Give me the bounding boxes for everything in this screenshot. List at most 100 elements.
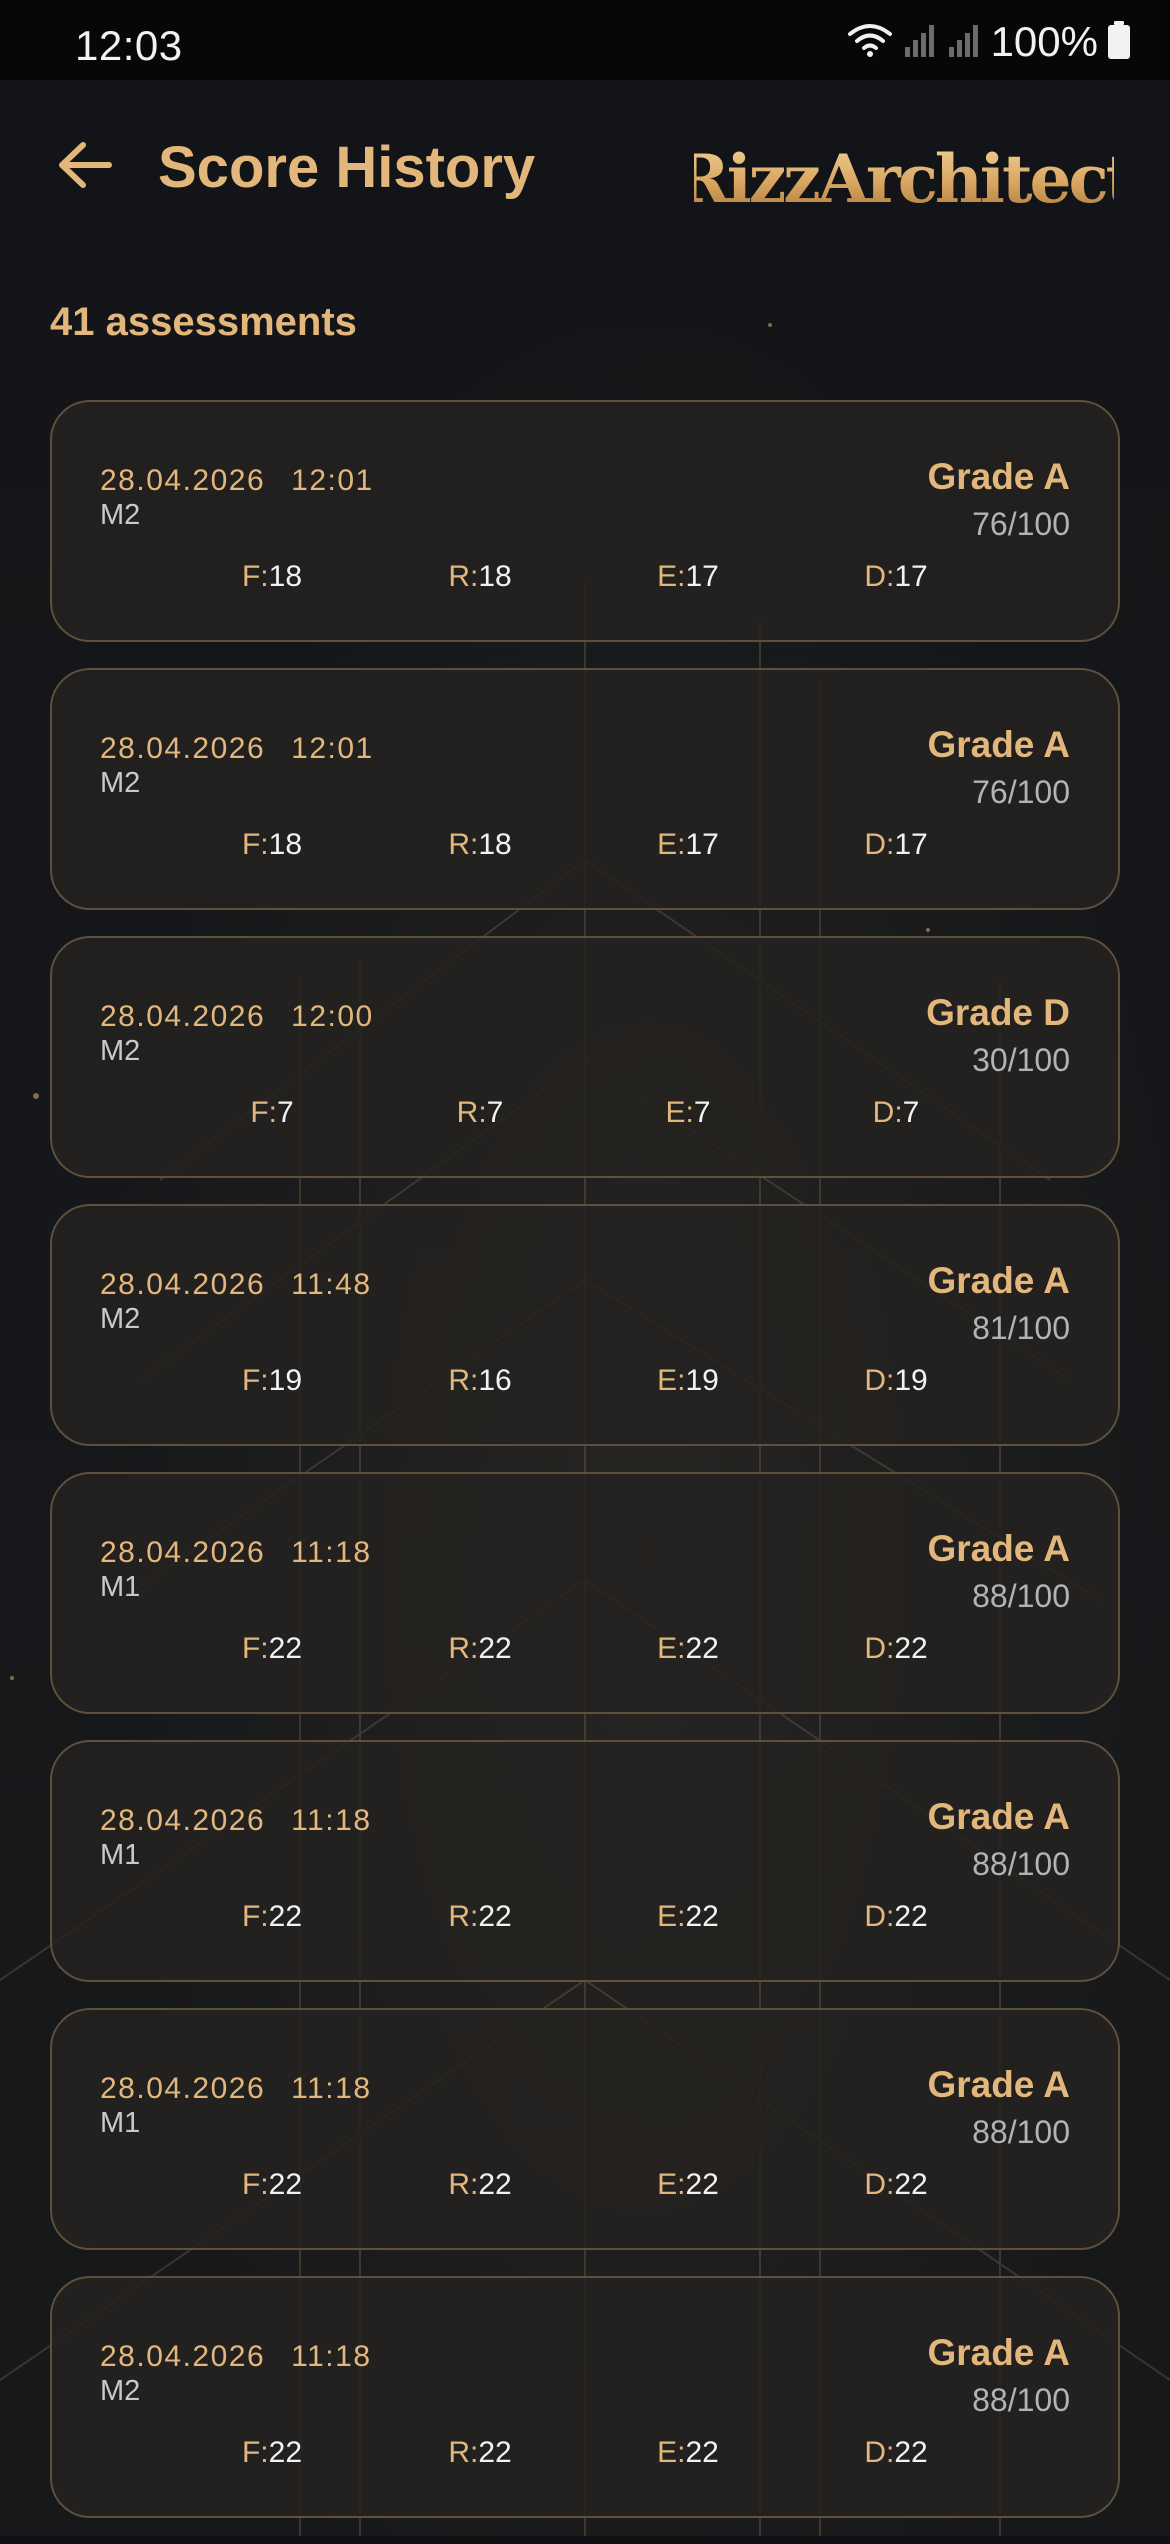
- arrow-left-icon: [59, 142, 112, 188]
- assessment-time: 11:18: [291, 2072, 372, 2105]
- page-title: Score History: [158, 135, 536, 200]
- metric-d-value: 17: [894, 560, 928, 593]
- assessment-card[interactable]: 28.04.2026 12:00 M2 Grade D 30/100 F:7 R:7 E:7 D…: [50, 936, 1120, 1178]
- metric-e: E:7: [665, 1096, 710, 1130]
- assessment-time: 11:48: [291, 1268, 372, 1301]
- metric-f: F:18: [242, 828, 302, 862]
- assessment-model: M2: [100, 1035, 141, 1067]
- metric-r-key: R:: [448, 1364, 479, 1397]
- assessment-time: 11:18: [291, 1804, 372, 1837]
- metric-d-value: 22: [894, 2436, 928, 2469]
- assessment-datetime: 28.04.2026 11:18: [100, 1536, 372, 1570]
- assessment-date: 28.04.2026: [100, 1000, 266, 1033]
- metric-f-key: F:: [241, 560, 269, 593]
- metric-d: D:17: [864, 560, 927, 594]
- metric-f: F:19: [242, 1364, 302, 1398]
- metric-d: D:17: [864, 828, 927, 862]
- assessment-metrics: F:7 R:7 E:7 D:7: [52, 1096, 1122, 1136]
- assessment-datetime: 28.04.2026 11:18: [100, 2340, 372, 2374]
- assessment-time: 12:00: [291, 1000, 374, 1033]
- assessment-list: 28.04.2026 12:01 M2 Grade A 76/100 F:18 R:18 E:…: [50, 400, 1120, 2544]
- assessment-model: M2: [100, 1303, 141, 1335]
- metric-e-value: 22: [685, 1632, 719, 1665]
- metric-d-key: D:: [872, 1096, 903, 1129]
- metric-e: E:17: [657, 560, 719, 594]
- metric-e-key: E:: [657, 2436, 686, 2469]
- metric-d-value: 22: [894, 1900, 928, 1933]
- assessment-card[interactable]: 28.04.2026 12:01 M2 Grade A 76/100 F:18 R:18 E:…: [50, 668, 1120, 910]
- assessment-card[interactable]: 28.04.2026 11:18 M1 Grade A 88/100 F:22 R:22 E:…: [50, 1740, 1120, 1982]
- metric-e: E:22: [657, 1632, 719, 1666]
- metric-e-value: 19: [685, 1364, 719, 1397]
- assessment-datetime: 28.04.2026 12:01: [100, 732, 374, 766]
- assessment-model: M2: [100, 2375, 141, 2407]
- metric-r: R:22: [448, 2436, 511, 2470]
- assessment-card[interactable]: 28.04.2026 11:18 M1 Grade A 88/100 F:22 R:22 E:…: [50, 1472, 1120, 1714]
- assessment-grade: Grade A: [927, 456, 1070, 497]
- assessment-model: M2: [100, 767, 141, 799]
- assessment-metrics: F:18 R:18 E:17 D:17: [52, 828, 1122, 868]
- assessment-date: 28.04.2026: [100, 732, 266, 765]
- assessment-metrics: F:22 R:22 E:22 D:22: [52, 2436, 1122, 2476]
- metric-r: R:22: [448, 1632, 511, 1666]
- assessment-card[interactable]: 28.04.2026 11:18 M1 Grade A 88/100 F:22 R:22 E:…: [50, 2008, 1120, 2250]
- assessment-model: M2: [100, 499, 141, 531]
- metric-d-value: 22: [894, 1632, 928, 1665]
- metric-e: E:22: [657, 1900, 719, 1934]
- metric-f: F:22: [242, 2436, 302, 2470]
- app-header: Score History RizzArchitect: [0, 80, 1170, 260]
- assessment-datetime: 28.04.2026 12:01: [100, 464, 374, 498]
- metric-e: E:22: [657, 2168, 719, 2202]
- metric-r-key: R:: [448, 1632, 479, 1665]
- assessment-score: 76/100: [972, 506, 1070, 542]
- metric-e-value: 22: [685, 2436, 719, 2469]
- metric-f: F:22: [242, 2168, 302, 2202]
- metric-d-value: 22: [894, 2168, 928, 2201]
- metric-f-key: F:: [241, 828, 269, 861]
- assessment-metrics: F:19 R:16 E:19 D:19: [52, 1364, 1122, 1404]
- metric-e-key: E:: [665, 1096, 694, 1129]
- assessment-date: 28.04.2026: [100, 464, 266, 497]
- metric-f-value: 22: [268, 2436, 303, 2469]
- metric-f-value: 19: [268, 1364, 303, 1397]
- assessment-metrics: F:22 R:22 E:22 D:22: [52, 1632, 1122, 1672]
- metric-r-value: 22: [478, 2436, 512, 2469]
- metric-f-key: F:: [241, 1632, 269, 1665]
- assessment-time: 12:01: [291, 464, 374, 497]
- metric-r-value: 18: [478, 828, 512, 861]
- metric-f-key: F:: [241, 2168, 269, 2201]
- assessment-time: 12:01: [291, 732, 374, 765]
- back-button[interactable]: [52, 132, 118, 198]
- assessment-model: M1: [100, 1839, 141, 1871]
- metric-r-key: R:: [448, 2436, 479, 2469]
- metric-e-key: E:: [657, 2168, 686, 2201]
- metric-d: D:19: [864, 1364, 927, 1398]
- assessment-card[interactable]: 28.04.2026 11:48 M2 Grade A 81/100 F:19 R:16 E:…: [50, 1204, 1120, 1446]
- metric-e: E:22: [657, 2436, 719, 2470]
- metric-e-value: 22: [685, 1900, 719, 1933]
- metric-e-key: E:: [657, 828, 686, 861]
- metric-e-value: 7: [693, 1096, 711, 1129]
- assessment-card[interactable]: 28.04.2026 11:18 M2 Grade A 88/100 F:22 R:22 E:…: [50, 2276, 1120, 2518]
- assessment-card[interactable]: 28.04.2026 12:01 M2 Grade A 76/100 F:18 R:18 E:…: [50, 400, 1120, 642]
- metric-r-value: 7: [486, 1096, 504, 1129]
- assessment-grade: Grade A: [927, 2332, 1070, 2373]
- metric-e-key: E:: [657, 1364, 686, 1397]
- assessment-date: 28.04.2026: [100, 2072, 266, 2105]
- metric-d-key: D:: [864, 560, 895, 593]
- assessment-datetime: 28.04.2026 11:18: [100, 2072, 372, 2106]
- assessment-score: 30/100: [972, 1042, 1070, 1078]
- assessment-datetime: 28.04.2026 12:00: [100, 1000, 374, 1034]
- metric-r: R:18: [448, 560, 511, 594]
- assessment-grade: Grade A: [927, 1528, 1070, 1569]
- assessment-date: 28.04.2026: [100, 1804, 266, 1837]
- metric-f-value: 18: [268, 828, 303, 861]
- assessment-grade: Grade A: [927, 1796, 1070, 1837]
- assessment-metrics: F:22 R:22 E:22 D:22: [52, 2168, 1122, 2208]
- signal-bars-icon: [947, 23, 981, 62]
- assessment-datetime: 28.04.2026 11:18: [100, 1804, 372, 1838]
- metric-d: D:22: [864, 2436, 927, 2470]
- metric-f-value: 22: [268, 2168, 303, 2201]
- metric-d-key: D:: [864, 1632, 895, 1665]
- assessment-grade: Grade A: [927, 2064, 1070, 2105]
